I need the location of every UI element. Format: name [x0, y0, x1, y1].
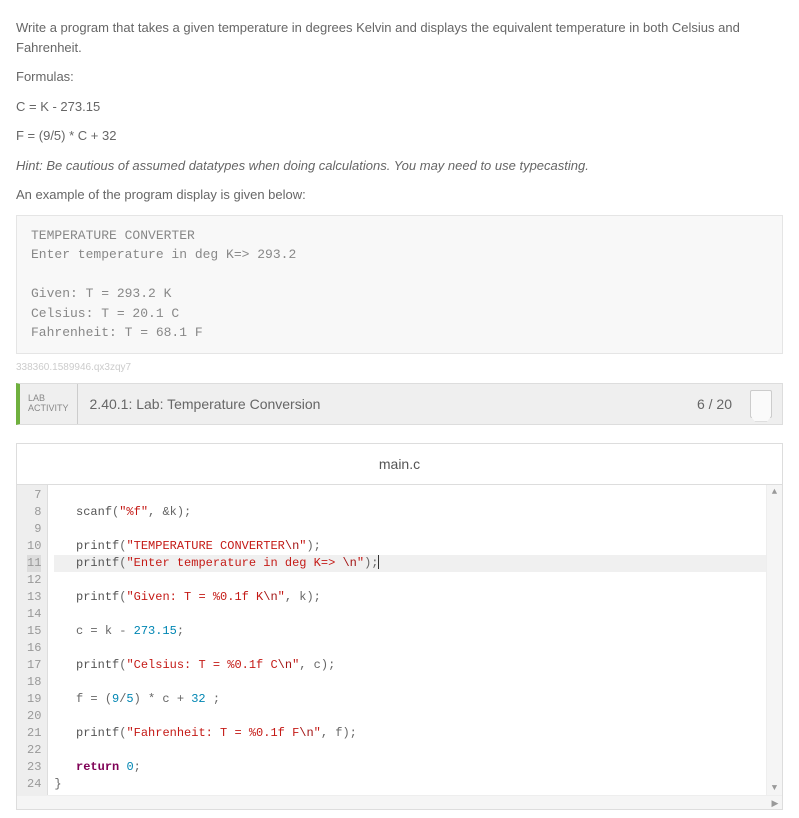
intro-text: Write a program that takes a given tempe…	[16, 18, 783, 57]
lab-title: 2.40.1: Lab: Temperature Conversion	[78, 396, 697, 412]
watermark: 338360.1589946.qx3zqy7	[16, 362, 783, 373]
scroll-up-icon[interactable]: ▲	[767, 485, 782, 499]
sample-output: TEMPERATURE CONVERTER Enter temperature …	[16, 215, 783, 354]
problem-description: Write a program that takes a given tempe…	[16, 18, 783, 354]
lab-score: 6 / 20	[697, 396, 740, 412]
scroll-down-icon[interactable]: ▼	[767, 781, 782, 795]
example-label: An example of the program display is giv…	[16, 185, 783, 205]
bookmark-icon[interactable]	[750, 390, 772, 418]
code-editor-panel: main.c 789101112131415161718192021222324…	[16, 443, 783, 810]
horizontal-scrollbar[interactable]: ▶	[17, 795, 782, 809]
hint-text: Hint: Be cautious of assumed datatypes w…	[16, 156, 783, 176]
formula-f: F = (9/5) * C + 32	[16, 126, 783, 146]
formula-c: C = K - 273.15	[16, 97, 783, 117]
line-number-gutter: 789101112131415161718192021222324	[17, 485, 48, 795]
lab-label: LAB ACTIVITY	[20, 384, 78, 424]
lab-activity-bar: LAB ACTIVITY 2.40.1: Lab: Temperature Co…	[16, 383, 783, 425]
code-content[interactable]: scanf("%f", &k); printf("TEMPERATURE CON…	[48, 485, 766, 795]
vertical-scrollbar[interactable]: ▲ ▼	[766, 485, 782, 795]
file-tab[interactable]: main.c	[17, 444, 782, 485]
formulas-label: Formulas:	[16, 67, 783, 87]
scroll-right-icon[interactable]: ▶	[768, 796, 782, 810]
